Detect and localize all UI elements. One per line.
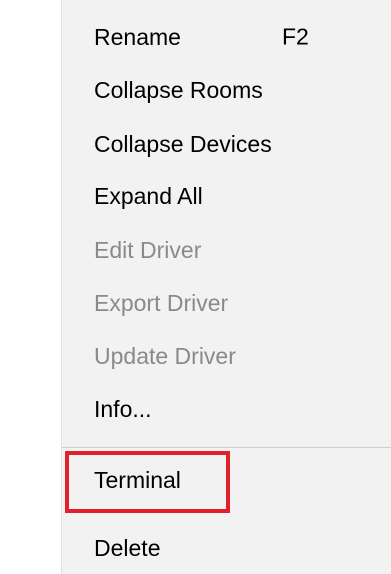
context-menu: Rename F2 Collapse Rooms Collapse Device… [61,0,391,574]
menu-item-terminal[interactable]: Terminal [94,460,391,500]
menu-item-label: Update Driver [94,342,236,369]
menu-item-label: Collapse Devices [94,130,272,157]
menu-item-label: Rename [94,23,181,50]
shortcut-key: F2 [282,23,309,50]
menu-item-update-driver: Update Driver [94,336,391,376]
menu-item-label: Edit Driver [94,236,202,263]
menu-item-export-driver: Export Driver [94,283,391,323]
menu-item-expand-all[interactable]: Expand All [94,176,391,216]
menu-separator [62,447,391,448]
menu-item-label: Info... [94,395,152,422]
menu-item-collapse-rooms[interactable]: Collapse Rooms [94,70,391,110]
menu-item-label: Delete [94,534,161,561]
menu-item-label: Terminal [94,466,181,493]
menu-item-label: Expand All [94,182,203,209]
menu-item-info[interactable]: Info... [94,389,391,429]
menu-item-collapse-devices[interactable]: Collapse Devices [94,124,391,164]
menu-item-label: Export Driver [94,289,229,316]
menu-item-edit-driver: Edit Driver [94,230,391,270]
menu-item-rename[interactable]: Rename F2 [94,17,391,57]
menu-item-delete[interactable]: Delete [94,528,391,568]
menu-item-label: Collapse Rooms [94,76,263,103]
